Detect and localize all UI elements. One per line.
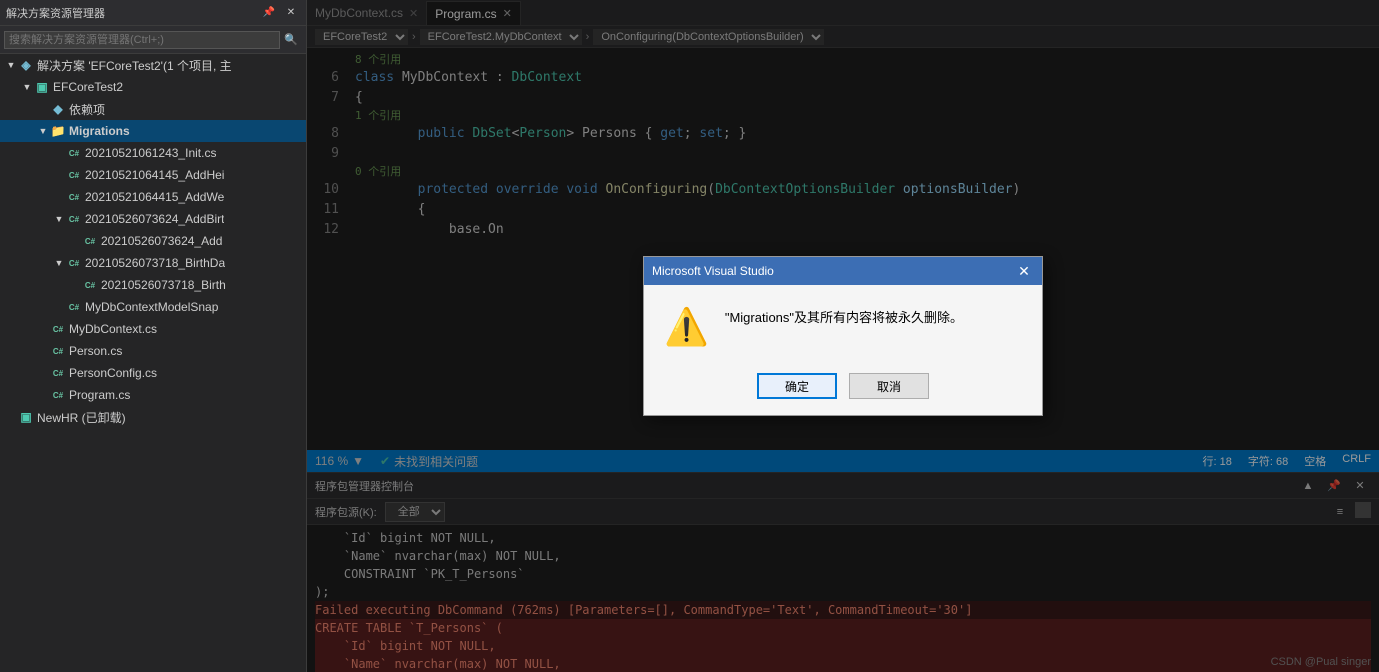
expand-icon[interactable] [36, 366, 50, 380]
expand-icon[interactable]: ▼ [4, 58, 18, 72]
tree-item[interactable]: C#20210526073624_Add [0, 230, 306, 252]
expand-icon[interactable] [52, 300, 66, 314]
csharp-icon: C# [66, 211, 82, 227]
tree-item-label: 20210526073718_Birth [101, 278, 226, 292]
csharp-icon: C# [50, 321, 66, 337]
expand-icon[interactable] [52, 190, 66, 204]
tree-item[interactable]: ▼📁Migrations [0, 120, 306, 142]
warning-icon: ⚠️ [664, 309, 709, 345]
expand-icon[interactable] [4, 410, 18, 424]
csharp-icon: C# [66, 255, 82, 271]
tree-item[interactable]: C#Program.cs [0, 384, 306, 406]
tree-item[interactable]: ▼◈解决方案 'EFCoreTest2'(1 个项目, 主 [0, 54, 306, 76]
project-icon: ▣ [18, 409, 34, 425]
csharp-icon: C# [66, 167, 82, 183]
tree-item-label: 依赖项 [69, 101, 105, 118]
tree-item-label: 20210526073718_BirthDa [85, 256, 225, 270]
pin-button[interactable]: 📌 [260, 4, 278, 22]
sidebar-header: 解决方案资源管理器 📌 ✕ [0, 0, 306, 26]
search-button[interactable]: 🔍 [280, 29, 302, 51]
tree-item[interactable]: ▼▣EFCoreTest2 [0, 76, 306, 98]
expand-icon[interactable]: ▼ [20, 80, 34, 94]
tree-item-label: 20210521064415_AddWe [85, 190, 224, 204]
expand-icon[interactable] [36, 322, 50, 336]
sidebar-search-bar: 🔍 [0, 26, 306, 54]
tree-item-label: 20210526073624_AddBirt [85, 212, 224, 226]
tree-item[interactable]: C#PersonConfig.cs [0, 362, 306, 384]
expand-icon[interactable] [36, 344, 50, 358]
tree-item-label: 20210521064145_AddHei [85, 168, 224, 182]
tree-item[interactable]: ▼C#20210526073718_BirthDa [0, 252, 306, 274]
tree-item-label: 20210526073624_Add [101, 234, 222, 248]
tree-item[interactable]: C#Person.cs [0, 340, 306, 362]
expand-icon[interactable] [68, 278, 82, 292]
expand-icon[interactable]: ▼ [52, 256, 66, 270]
tree-item-label: PersonConfig.cs [69, 366, 157, 380]
tree-item-label: 20210521061243_Init.cs [85, 146, 216, 160]
expand-icon[interactable] [36, 102, 50, 116]
sidebar-header-icons: 📌 ✕ [260, 4, 300, 22]
tree-item[interactable]: ▣NewHR (已卸载) [0, 406, 306, 428]
expand-icon[interactable] [52, 168, 66, 182]
expand-icon[interactable] [68, 234, 82, 248]
expand-icon[interactable]: ▼ [52, 212, 66, 226]
expand-icon[interactable] [36, 388, 50, 402]
project-icon: ▣ [34, 79, 50, 95]
tree-item-label: Program.cs [69, 388, 130, 402]
tree-item-label: 解决方案 'EFCoreTest2'(1 个项目, 主 [37, 57, 232, 74]
dialog-message: "Migrations"及其所有内容将被永久删除。 [725, 309, 963, 327]
expand-icon[interactable] [52, 146, 66, 160]
solution-icon: ◈ [18, 57, 34, 73]
dialog-title: Microsoft Visual Studio [652, 264, 774, 278]
csharp-icon: C# [66, 299, 82, 315]
tree-item-label: Person.cs [69, 344, 122, 358]
csharp-icon: C# [50, 365, 66, 381]
sidebar-panel-title: 解决方案资源管理器 [6, 5, 105, 21]
csharp-icon: C# [50, 387, 66, 403]
tree-item-label: Migrations [69, 124, 130, 138]
editor-area: MyDbContext.cs ✕ Program.cs ✕ EFCoreTest… [307, 0, 1379, 672]
tree-item-label: MyDbContextModelSnap [85, 300, 218, 314]
confirm-button[interactable]: 确定 [757, 373, 837, 399]
tree-item[interactable]: C#MyDbContext.cs [0, 318, 306, 340]
close-panel-button[interactable]: ✕ [282, 4, 300, 22]
solution-explorer-panel: 解决方案资源管理器 📌 ✕ 🔍 ▼◈解决方案 'EFCoreTest2'(1 个… [0, 0, 307, 672]
csharp-icon: C# [82, 277, 98, 293]
csharp-icon: C# [50, 343, 66, 359]
dialog-buttons: 确定 取消 [644, 361, 1042, 415]
dialog-body: ⚠️ "Migrations"及其所有内容将被永久删除。 [644, 285, 1042, 361]
tree-item[interactable]: C#20210526073718_Birth [0, 274, 306, 296]
tree-item-label: NewHR (已卸载) [37, 409, 126, 426]
dialog-close-button[interactable]: ✕ [1014, 261, 1034, 281]
tree-item[interactable]: C#20210521061243_Init.cs [0, 142, 306, 164]
tree-item[interactable]: ▼C#20210526073624_AddBirt [0, 208, 306, 230]
tree-item[interactable]: ◆依赖项 [0, 98, 306, 120]
tree-item[interactable]: C#MyDbContextModelSnap [0, 296, 306, 318]
tree-item[interactable]: C#20210521064415_AddWe [0, 186, 306, 208]
tree-item-label: EFCoreTest2 [53, 80, 123, 94]
csharp-icon: C# [82, 233, 98, 249]
tree-item-label: MyDbContext.cs [69, 322, 157, 336]
csharp-icon: C# [66, 145, 82, 161]
dialog: Microsoft Visual Studio ✕ ⚠️ "Migrations… [643, 256, 1043, 416]
search-input[interactable] [4, 31, 280, 49]
cancel-button[interactable]: 取消 [849, 373, 929, 399]
dialog-titlebar: Microsoft Visual Studio ✕ [644, 257, 1042, 285]
dialog-overlay: Microsoft Visual Studio ✕ ⚠️ "Migrations… [307, 0, 1379, 672]
solution-tree: ▼◈解决方案 'EFCoreTest2'(1 个项目, 主▼▣EFCoreTes… [0, 54, 306, 672]
expand-icon[interactable]: ▼ [36, 124, 50, 138]
folder-icon: 📁 [50, 123, 66, 139]
csharp-icon: C# [66, 189, 82, 205]
dep-icon: ◆ [50, 101, 66, 117]
tree-item[interactable]: C#20210521064145_AddHei [0, 164, 306, 186]
